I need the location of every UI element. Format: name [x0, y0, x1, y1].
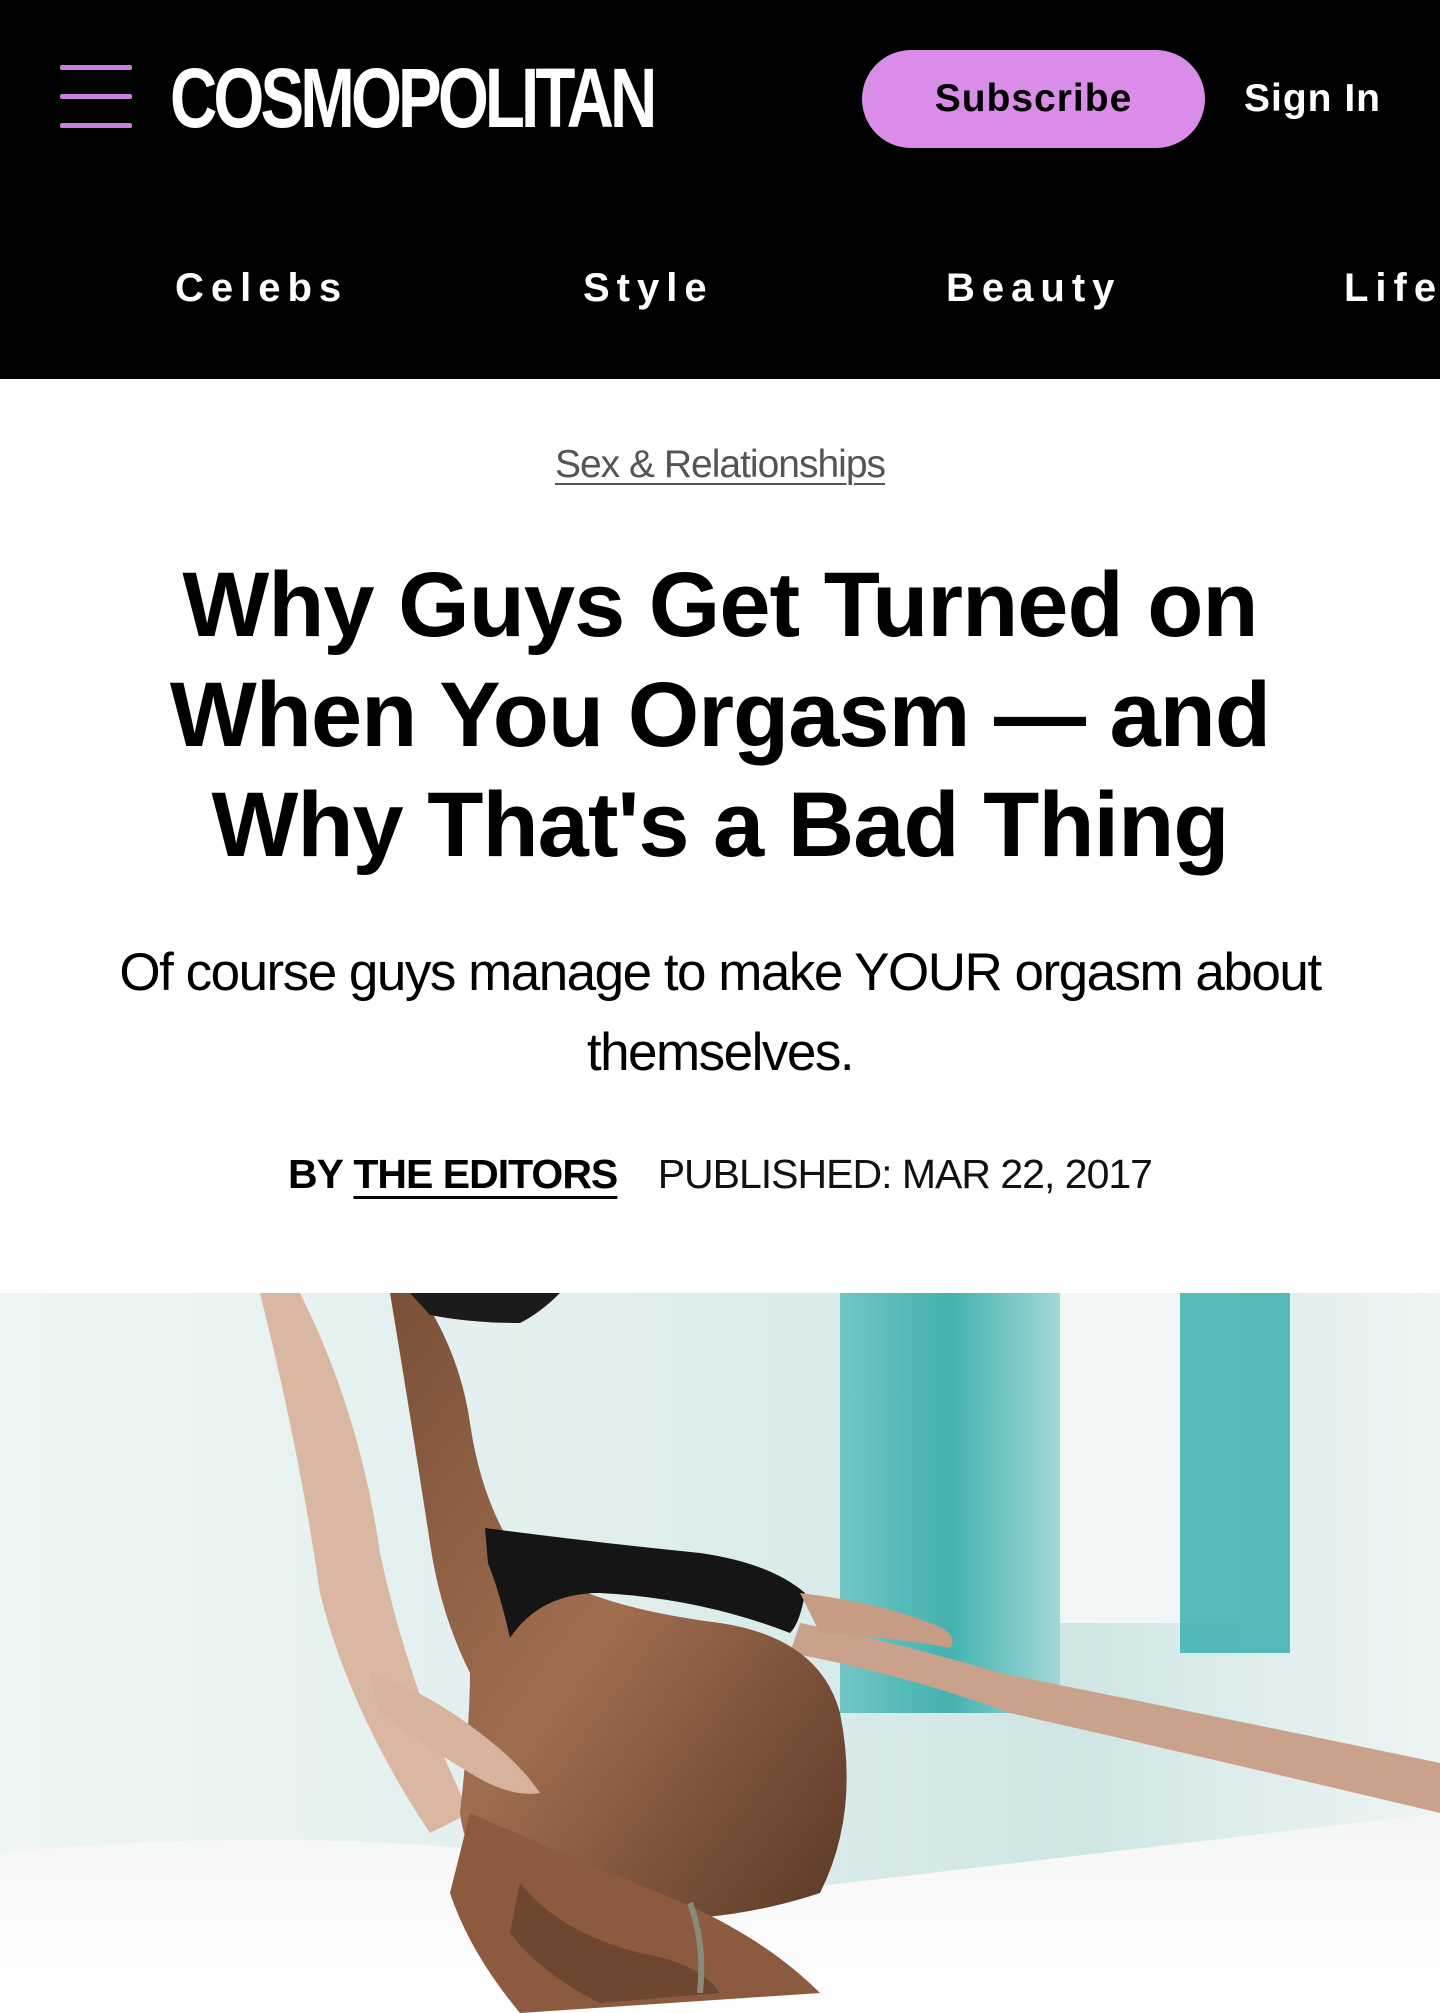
site-logo[interactable]: COSMOPOLITAN	[170, 48, 657, 148]
article-headline: Why Guys Get Turned on When You Orgasm —…	[169, 554, 1271, 876]
main-nav: Celebs Style Beauty Life	[0, 248, 1440, 328]
nav-item-celebs[interactable]: Celebs	[175, 248, 348, 328]
category-label: Sex & Relationships	[0, 443, 1440, 487]
hero-photo-illustration	[0, 1293, 1440, 2013]
menu-line	[60, 123, 132, 128]
nav-item-beauty[interactable]: Beauty	[946, 248, 1121, 328]
byline-prefix: BY	[288, 1151, 344, 1197]
sign-in-link[interactable]: Sign In	[1244, 50, 1381, 148]
byline: BY THE EDITORS PUBLISHED: MAR 22, 2017	[0, 1144, 1440, 1204]
nav-item-life[interactable]: Life	[1344, 248, 1440, 328]
menu-line	[60, 65, 132, 70]
article-dek: Of course guys manage to make YOUR orgas…	[119, 943, 1322, 1082]
category-link[interactable]: Sex & Relationships	[555, 443, 886, 486]
nav-item-style[interactable]: Style	[583, 248, 714, 328]
author-link[interactable]: THE EDITORS	[353, 1151, 618, 1197]
hamburger-menu-icon[interactable]	[60, 65, 132, 129]
menu-line	[60, 94, 132, 99]
hero-image	[0, 1293, 1440, 2013]
site-header: COSMOPOLITAN Subscribe Sign In Celebs St…	[0, 0, 1440, 379]
subscribe-button[interactable]: Subscribe	[862, 50, 1205, 148]
publish-date: PUBLISHED: MAR 22, 2017	[657, 1151, 1153, 1197]
